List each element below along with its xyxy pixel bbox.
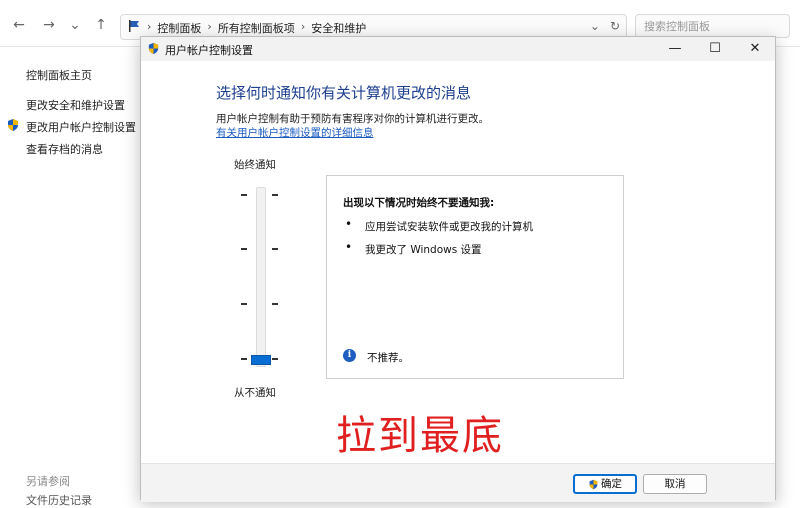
slider-tick	[272, 194, 278, 196]
slider-bottom-label: 从不通知	[234, 387, 276, 399]
dialog-description: 用户帐户控制有助于预防有害程序对你的计算机进行更改。	[216, 113, 489, 125]
search-input[interactable]: 搜索控制面板	[635, 14, 790, 38]
bullet-icon: •	[345, 217, 353, 231]
control-panel-home-link[interactable]: 控制面板主页	[26, 67, 92, 83]
see-also-heading: 另请参阅	[26, 475, 70, 488]
dialog-heading: 选择何时通知你有关计算机更改的消息	[216, 84, 472, 102]
chevron-right-icon: ›	[207, 20, 212, 33]
control-panel-flag-icon	[129, 20, 139, 32]
shield-icon	[589, 479, 598, 489]
notification-slider-track[interactable]	[256, 187, 266, 367]
info-icon: i	[343, 349, 356, 362]
slider-thumb[interactable]	[251, 355, 271, 365]
change-uac-settings-link[interactable]: 更改用户帐户控制设置	[26, 119, 136, 135]
breadcrumb-item[interactable]: 安全和维护	[311, 20, 366, 36]
slider-tick	[272, 248, 278, 250]
info-box-title: 出现以下情况时始终不要通知我:	[343, 197, 495, 209]
chevron-right-icon: ›	[147, 20, 152, 33]
back-arrow-icon[interactable]: ←	[10, 16, 28, 34]
uac-settings-dialog: 用户帐户控制设置 — ☐ ✕ 选择何时通知你有关计算机更改的消息 用户帐户控制有…	[140, 36, 776, 502]
recent-dropdown-icon[interactable]: ⌄	[66, 16, 84, 34]
slider-tick	[241, 194, 247, 196]
slider-top-label: 始终通知	[234, 159, 276, 171]
ok-button[interactable]: 确定	[573, 474, 637, 494]
chevron-right-icon: ›	[300, 20, 306, 33]
minimize-icon[interactable]: —	[655, 37, 695, 61]
breadcrumb: › 控制面板 › 所有控制面板项 › 安全和维护	[147, 20, 366, 36]
up-arrow-icon[interactable]: ↑	[92, 16, 110, 34]
view-archived-messages-link[interactable]: 查看存档的消息	[26, 141, 103, 157]
slider-tick	[241, 358, 247, 360]
bullet-icon: •	[345, 240, 353, 254]
change-security-settings-link[interactable]: 更改安全和维护设置	[26, 97, 125, 113]
slider-tick	[241, 303, 247, 305]
shield-icon	[148, 42, 159, 55]
slider-tick	[241, 248, 247, 250]
not-recommended-note: 不推荐。	[367, 352, 409, 364]
level-description-box: 出现以下情况时始终不要通知我: • 应用尝试安装软件或更改我的计算机 • 我更改…	[326, 175, 624, 379]
left-navigation-pane: 控制面板主页 更改安全和维护设置 更改用户帐户控制设置 查看存档的消息	[0, 46, 140, 500]
chevron-down-icon[interactable]: ⌄	[590, 19, 600, 33]
learn-more-link[interactable]: 有关用户帐户控制设置的详细信息	[216, 125, 374, 140]
shield-icon	[8, 119, 18, 131]
cancel-button[interactable]: 取消	[643, 474, 707, 494]
info-bullet: 应用尝试安装软件或更改我的计算机	[365, 221, 533, 233]
dialog-title: 用户帐户控制设置	[165, 44, 253, 57]
ok-button-label: 确定	[601, 478, 622, 490]
refresh-icon[interactable]: ↻	[610, 19, 620, 33]
red-annotation-text: 拉到最底	[336, 413, 504, 459]
maximize-icon[interactable]: ☐	[695, 37, 735, 61]
breadcrumb-item[interactable]: 控制面板	[157, 20, 201, 36]
slider-tick	[272, 358, 278, 360]
info-bullet: 我更改了 Windows 设置	[365, 244, 482, 256]
dialog-footer: 确定 取消	[141, 463, 775, 502]
slider-tick	[272, 303, 278, 305]
close-icon[interactable]: ✕	[735, 37, 775, 61]
dialog-titlebar[interactable]: 用户帐户控制设置 — ☐ ✕	[141, 37, 775, 61]
file-history-link[interactable]: 文件历史记录	[26, 492, 92, 508]
breadcrumb-item[interactable]: 所有控制面板项	[218, 20, 295, 36]
forward-arrow-icon[interactable]: →	[40, 16, 58, 34]
